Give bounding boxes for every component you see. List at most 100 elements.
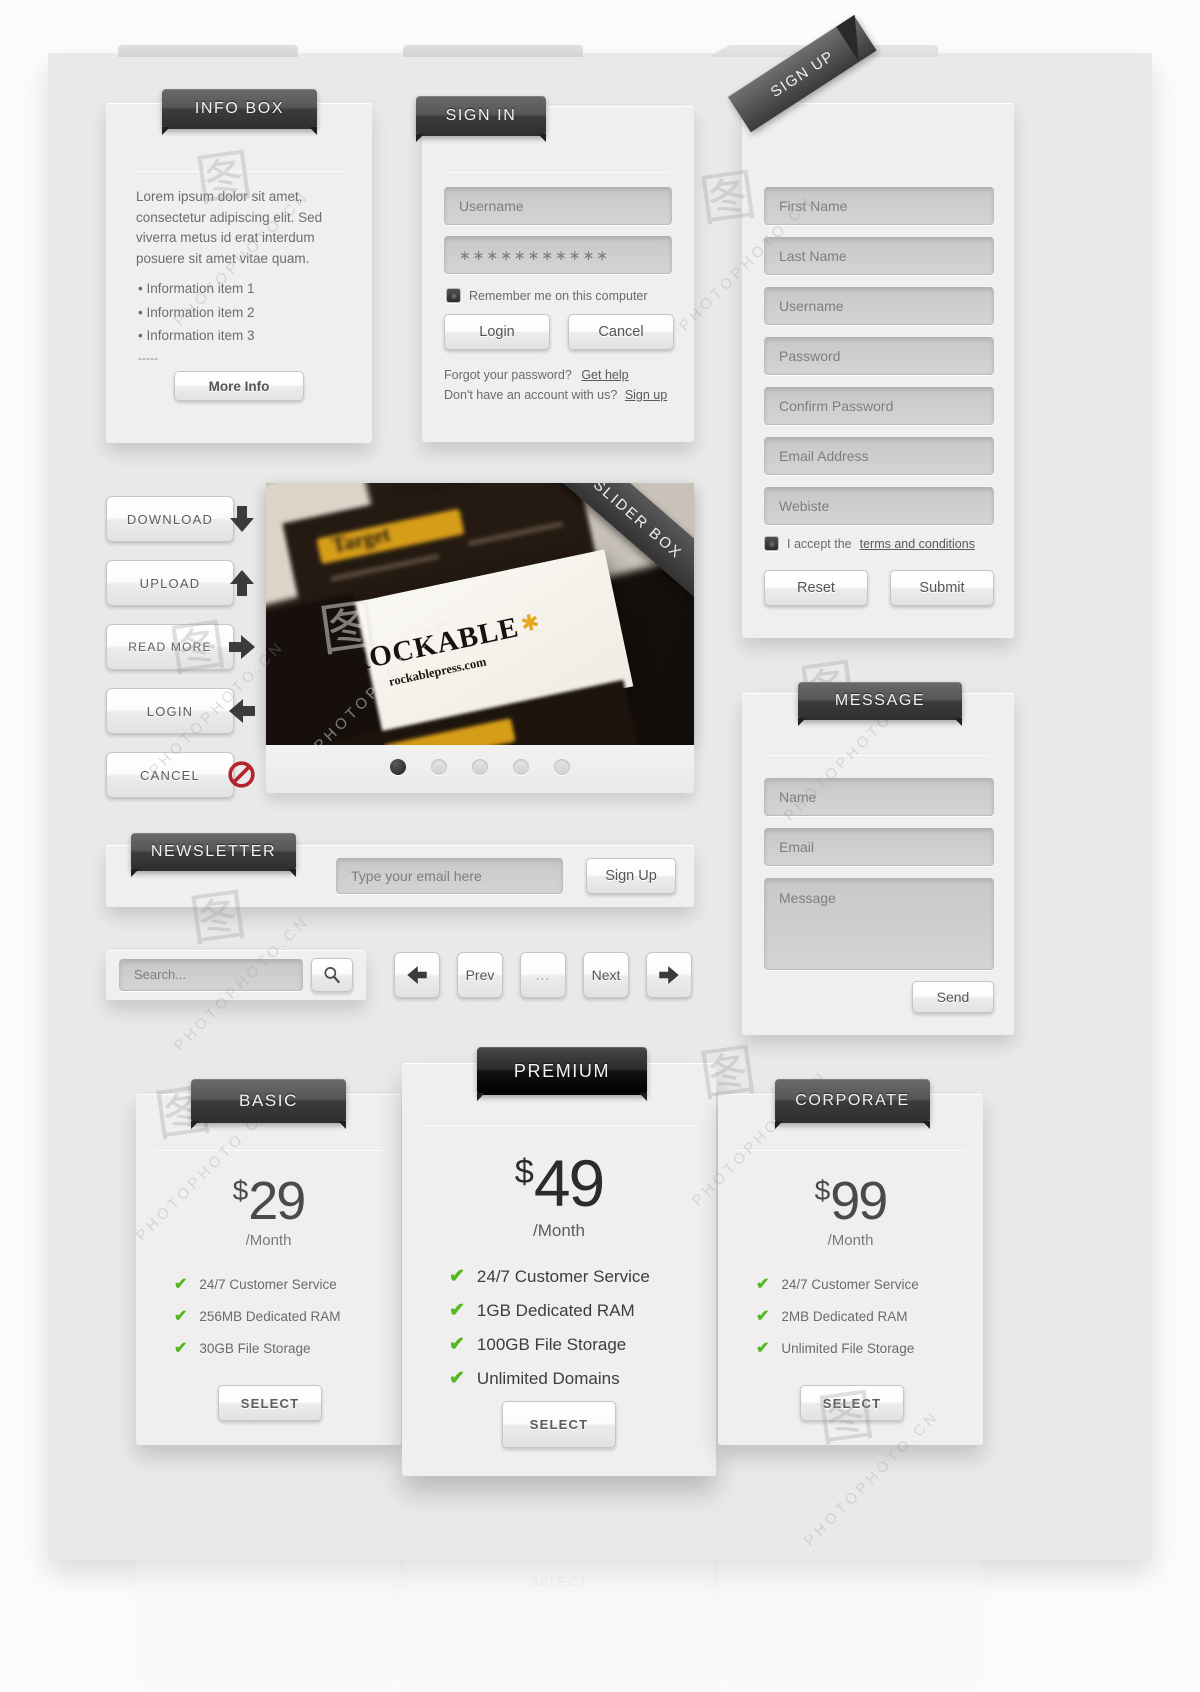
feature-item: ✔ 2MB Dedicated RAM bbox=[756, 1306, 919, 1326]
no-account-row: Don't have an account with us? Sign up bbox=[444, 388, 667, 402]
pricing-period-premium: /Month bbox=[533, 1221, 585, 1240]
sheet-tab-center bbox=[403, 45, 583, 57]
email-address-input[interactable] bbox=[764, 437, 994, 475]
select-button-corporate[interactable]: SELECT bbox=[800, 1385, 904, 1421]
confirm-password-input[interactable] bbox=[764, 387, 994, 425]
login-arrow-button[interactable]: LOGIN bbox=[106, 688, 234, 734]
pagination-first-button[interactable] bbox=[394, 952, 440, 998]
message-name-input[interactable] bbox=[764, 778, 994, 816]
cancel-action-button[interactable]: CANCEL bbox=[106, 752, 234, 798]
newsletter-signup-button[interactable]: Sign Up bbox=[586, 858, 676, 894]
website-input[interactable] bbox=[764, 487, 994, 525]
ghost-cards-row: SELECT bbox=[48, 1560, 1152, 1692]
slider-dot[interactable] bbox=[554, 759, 570, 775]
read-more-button[interactable]: READ MORE bbox=[106, 624, 234, 670]
cancel-action-button-group[interactable]: CANCEL bbox=[106, 752, 255, 798]
upload-button[interactable]: UPLOAD bbox=[106, 560, 234, 606]
login-button[interactable]: Login bbox=[444, 314, 550, 350]
ghost-card bbox=[718, 1560, 983, 1680]
pagination-ellipsis-button[interactable]: ... bbox=[520, 952, 566, 998]
sign-in-panel: SIGN IN Remember me on this computer Log… bbox=[416, 96, 694, 452]
remember-me-checkbox[interactable] bbox=[446, 288, 461, 303]
sign-up-link[interactable]: Sign up bbox=[625, 388, 667, 402]
pagination-prev-button[interactable]: Prev bbox=[457, 952, 503, 998]
check-icon: ✔ bbox=[174, 1308, 188, 1325]
pagination-next-button[interactable]: Next bbox=[583, 952, 629, 998]
feature-label: 2MB Dedicated RAM bbox=[781, 1308, 908, 1324]
feature-label: 24/7 Customer Service bbox=[781, 1276, 919, 1292]
feature-label: 100GB File Storage bbox=[476, 1334, 627, 1354]
message-body-textarea[interactable] bbox=[764, 878, 994, 970]
check-icon: ✔ bbox=[174, 1276, 188, 1293]
pricing-title-basic: BASIC bbox=[191, 1079, 346, 1123]
feature-item: ✔ 30GB File Storage bbox=[174, 1338, 340, 1358]
sheet-tab-left bbox=[118, 45, 298, 57]
check-icon: ✔ bbox=[449, 1368, 465, 1389]
pricing-features-basic: ✔ 24/7 Customer Service ✔ 256MB Dedicate… bbox=[174, 1274, 340, 1358]
accept-terms-row[interactable]: I accept the terms and conditions bbox=[764, 536, 975, 551]
currency-symbol: $ bbox=[232, 1175, 249, 1206]
currency-symbol: $ bbox=[814, 1175, 831, 1206]
newsletter-title: NEWSLETTER bbox=[131, 833, 296, 871]
amount-value: 29 bbox=[248, 1171, 306, 1231]
last-name-input[interactable] bbox=[764, 237, 994, 275]
more-info-button[interactable]: More Info bbox=[174, 371, 304, 401]
message-send-button[interactable]: Send bbox=[912, 981, 994, 1013]
sign-in-title: SIGN IN bbox=[416, 96, 546, 136]
check-icon: ✔ bbox=[756, 1308, 770, 1325]
first-name-input[interactable] bbox=[764, 187, 994, 225]
sign-up-panel: SIGN UP I accept the terms and condition… bbox=[728, 14, 1014, 648]
slider-dot[interactable] bbox=[431, 759, 447, 775]
pagination-last-button[interactable] bbox=[646, 952, 692, 998]
pricing-title-corporate: CORPORATE bbox=[775, 1079, 930, 1123]
search-panel bbox=[106, 950, 366, 1010]
feature-label: Unlimited File Storage bbox=[781, 1340, 915, 1356]
download-button[interactable]: DOWNLOAD bbox=[106, 496, 234, 542]
slider-dot-active[interactable] bbox=[390, 759, 406, 775]
info-box-list: • Information item 1 • Information item … bbox=[138, 279, 255, 367]
password-input[interactable] bbox=[444, 236, 672, 274]
check-icon: ✔ bbox=[449, 1266, 465, 1287]
feature-item: ✔ 100GB File Storage bbox=[449, 1333, 650, 1356]
terms-link[interactable]: terms and conditions bbox=[860, 537, 975, 551]
arrow-down-icon bbox=[230, 506, 254, 532]
slider-image[interactable]: Target ROCKABLE ✱ rockablepress.com SLID… bbox=[266, 483, 694, 745]
signup-password-input[interactable] bbox=[764, 337, 994, 375]
amount-value: 99 bbox=[830, 1171, 888, 1231]
message-title: MESSAGE bbox=[798, 682, 962, 720]
login-arrow-button-group[interactable]: LOGIN bbox=[106, 688, 255, 734]
remember-me-label: Remember me on this computer bbox=[469, 288, 648, 303]
ghost-card: SELECT bbox=[402, 1560, 716, 1692]
get-help-link[interactable]: Get help bbox=[581, 368, 628, 382]
feature-item: ✔ Unlimited Domains bbox=[449, 1367, 650, 1390]
username-input[interactable] bbox=[444, 187, 672, 225]
pricing-title-premium: PREMIUM bbox=[477, 1047, 647, 1095]
arrow-right-icon bbox=[659, 966, 679, 984]
feature-label: 256MB Dedicated RAM bbox=[199, 1308, 341, 1324]
search-button[interactable] bbox=[311, 958, 353, 992]
feature-item: ✔ 24/7 Customer Service bbox=[449, 1265, 650, 1288]
arrow-up-icon bbox=[230, 570, 254, 596]
slider-dot[interactable] bbox=[472, 759, 488, 775]
download-button-group[interactable]: DOWNLOAD bbox=[106, 496, 254, 542]
select-button-premium[interactable]: SELECT bbox=[502, 1401, 616, 1448]
message-email-input[interactable] bbox=[764, 828, 994, 866]
pricing-card-premium: PREMIUM $49 /Month ✔ 24/7 Customer Servi… bbox=[402, 1047, 716, 1476]
info-box-title: INFO BOX bbox=[162, 89, 317, 129]
accept-terms-checkbox[interactable] bbox=[764, 536, 779, 551]
search-input[interactable] bbox=[119, 959, 303, 991]
signup-username-input[interactable] bbox=[764, 287, 994, 325]
pricing-amount-premium: $49 bbox=[402, 1145, 716, 1221]
select-button-basic[interactable]: SELECT bbox=[218, 1385, 322, 1421]
pricing-divider-corporate bbox=[736, 1150, 965, 1151]
reset-button[interactable]: Reset bbox=[764, 570, 868, 606]
feature-label: 1GB Dedicated RAM bbox=[476, 1300, 635, 1320]
cancel-button[interactable]: Cancel bbox=[568, 314, 674, 350]
slider-dot[interactable] bbox=[513, 759, 529, 775]
newsletter-email-input[interactable] bbox=[336, 858, 563, 894]
upload-button-group[interactable]: UPLOAD bbox=[106, 560, 254, 606]
slider-box-panel: Target ROCKABLE ✱ rockablepress.com SLID… bbox=[266, 483, 694, 793]
read-more-button-group[interactable]: READ MORE bbox=[106, 624, 255, 670]
submit-button[interactable]: Submit bbox=[890, 570, 994, 606]
remember-me-row[interactable]: Remember me on this computer bbox=[446, 288, 648, 303]
